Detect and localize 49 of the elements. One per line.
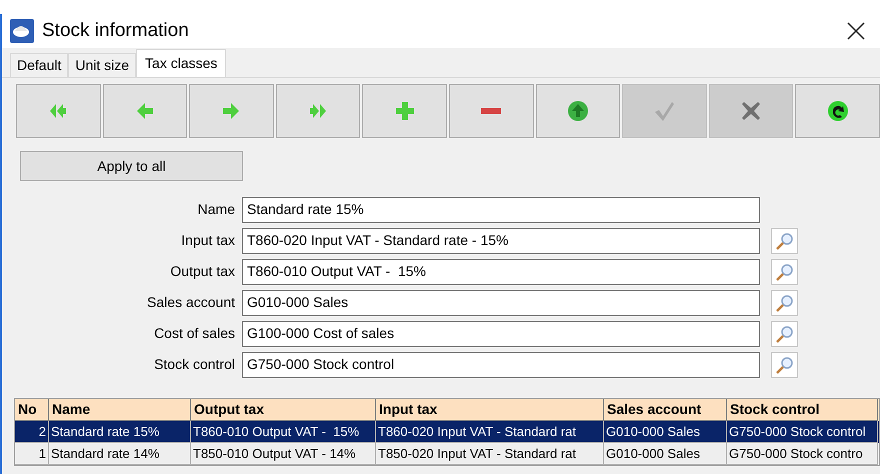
checkmark-icon — [652, 99, 676, 123]
magnifier-icon — [774, 262, 794, 282]
lookup-button[interactable] — [771, 258, 798, 284]
lookup-button[interactable] — [771, 320, 798, 346]
text-field[interactable]: T860-010 Output VAT - 15% — [242, 258, 760, 284]
magnifier-icon — [774, 324, 794, 344]
magnifier-icon — [774, 292, 794, 312]
up-arrow-circle-icon — [566, 99, 590, 123]
text-field[interactable]: Standard rate 15% — [242, 196, 760, 222]
last-button[interactable] — [276, 84, 360, 138]
lookup-button[interactable] — [771, 228, 798, 254]
table-cell: T850-020 Input VAT - Standard rat — [376, 443, 604, 465]
minus-icon — [479, 107, 504, 115]
field-label: Stock control — [153, 355, 236, 374]
text-field[interactable]: G010-000 Sales — [242, 290, 760, 316]
table-row[interactable]: 2 Standard rate 15% T860-010 Output VAT - 15% T860-020 Input VAT - Standard rat G010-000 Sales G750-000 Stock control — [15, 421, 879, 443]
next-button[interactable] — [189, 84, 274, 138]
field-label: Output tax — [169, 262, 236, 281]
table-row[interactable]: 1 Standard rate 14% T850-010 Output VAT - 14% T850-020 Input VAT - Standard rat G010-000 Sales G750-000 Stock contro — [15, 443, 879, 465]
refresh-button[interactable] — [795, 84, 880, 138]
tab[interactable]: Tax classes — [136, 49, 226, 77]
text-field[interactable]: T860-020 Input VAT - Standard rate - 15% — [242, 228, 760, 254]
close-icon — [847, 22, 865, 40]
tab[interactable]: Default — [10, 53, 68, 77]
remove-button[interactable] — [448, 84, 534, 138]
field-label: Cost of sales — [153, 324, 236, 343]
lookup-button[interactable] — [771, 352, 798, 378]
first-button[interactable] — [16, 84, 101, 138]
magnifier-icon — [774, 230, 794, 250]
window-title: Stock information — [42, 18, 189, 43]
table-cell: T850-010 Output VAT - 14% — [191, 443, 376, 465]
table-cell: Standard rate 14% — [49, 443, 191, 465]
prev-button[interactable] — [102, 84, 188, 138]
text-field[interactable]: G100-000 Cost of sales — [242, 320, 760, 346]
magnifier-icon — [774, 354, 794, 374]
app-logo-icon — [10, 19, 34, 43]
apply-to-all-button[interactable]: Apply to all — [20, 151, 243, 181]
field-label: Name — [196, 200, 236, 219]
table-cell: 1 — [15, 443, 49, 465]
field-label: Sales account — [146, 293, 236, 312]
up-button[interactable] — [536, 84, 620, 138]
refresh-circle-icon — [826, 99, 850, 123]
text-field[interactable]: G750-000 Stock control — [242, 352, 760, 378]
table-cell: G750-000 Stock contro — [727, 443, 878, 465]
table-cell: G010-000 Sales — [604, 443, 727, 465]
field-label: Input tax — [180, 231, 236, 250]
tab[interactable]: Unit size — [68, 53, 136, 77]
lookup-button[interactable] — [771, 290, 798, 316]
add-button[interactable] — [362, 84, 447, 138]
